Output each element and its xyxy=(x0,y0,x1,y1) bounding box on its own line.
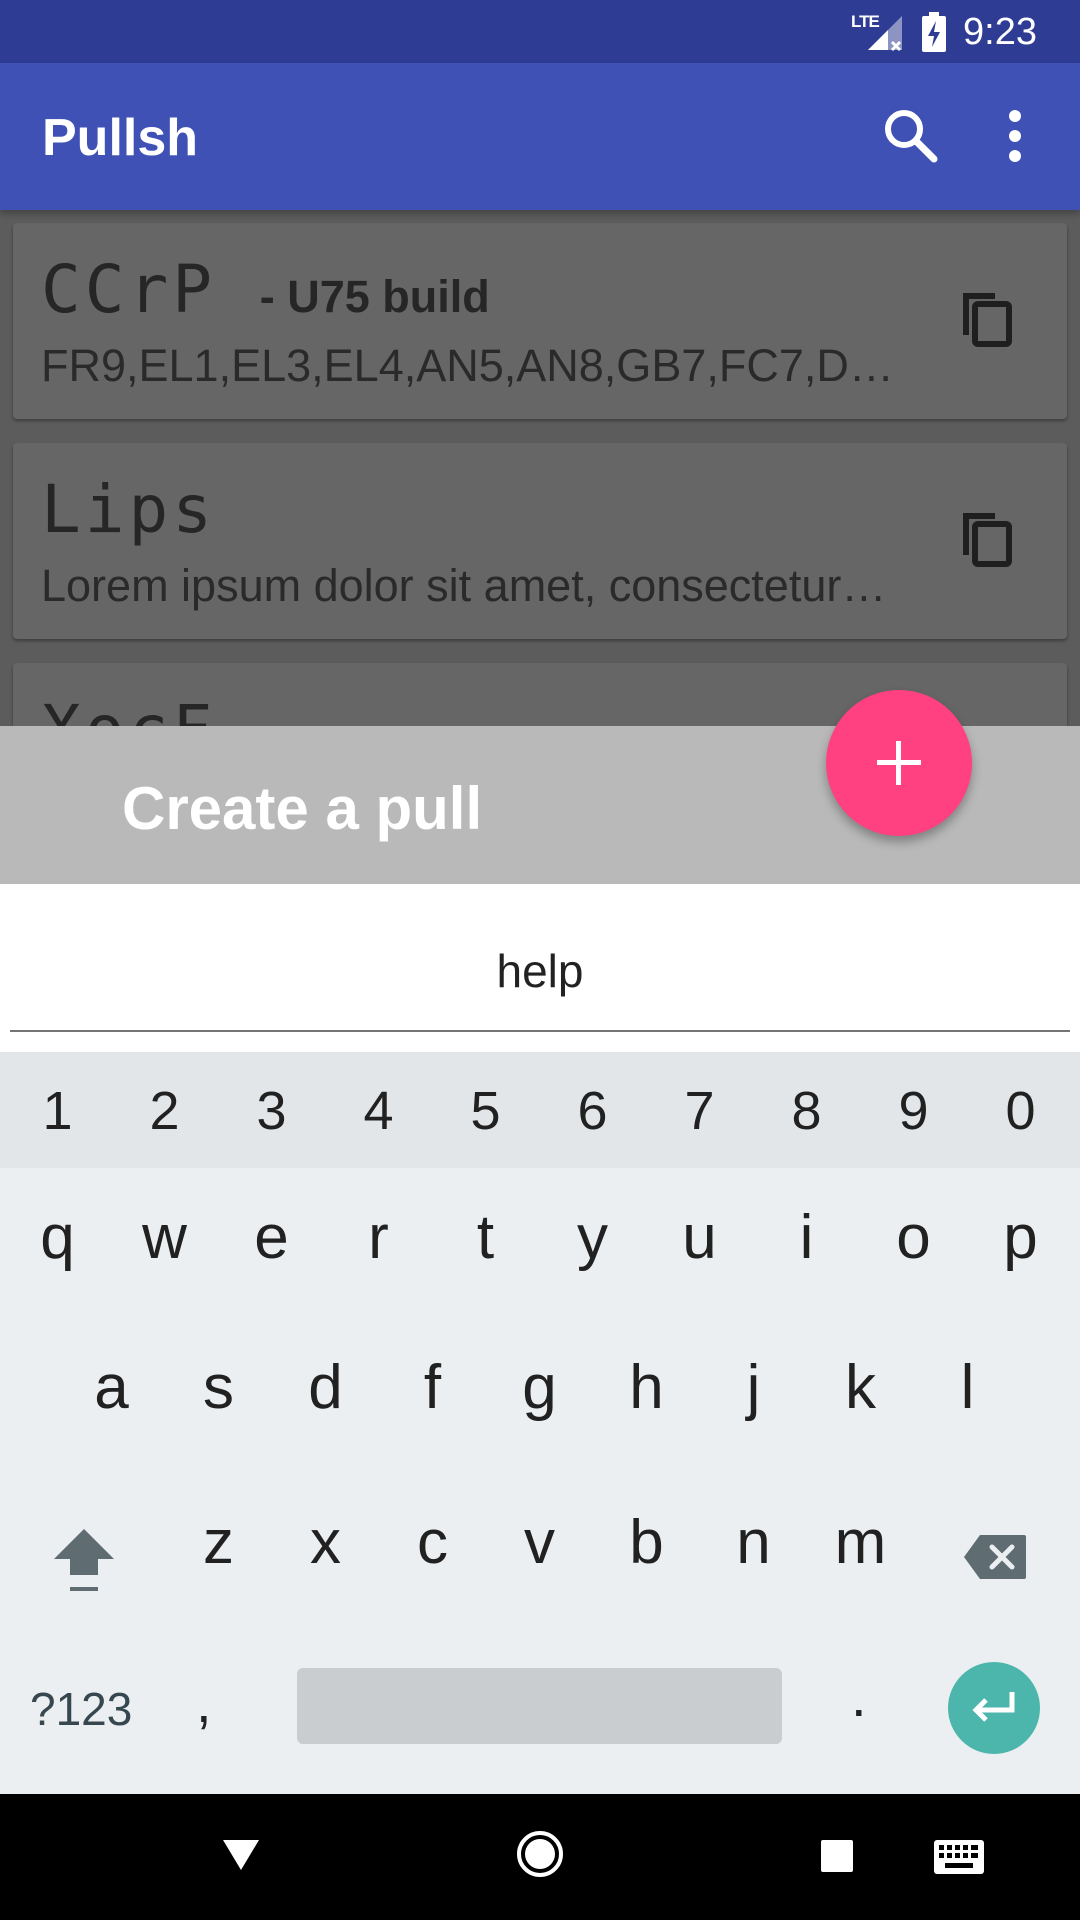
home-icon[interactable] xyxy=(515,1829,565,1884)
enter-key[interactable] xyxy=(948,1662,1040,1754)
clock: 9:23 xyxy=(963,11,1037,53)
key-p[interactable]: p xyxy=(967,1202,1074,1273)
app-bar: Pullsh xyxy=(0,63,1080,210)
card-text: FR9,EL1,EL3,EL4,AN5,AN8,GB7,FC7,DW2,… xyxy=(41,340,931,391)
symbols-key[interactable]: ?123 xyxy=(30,1682,132,1736)
key-y[interactable]: y xyxy=(539,1202,646,1273)
app-title: Pullsh xyxy=(42,109,199,167)
key-x[interactable]: x xyxy=(272,1507,379,1578)
key-j[interactable]: j xyxy=(700,1352,807,1423)
backspace-icon[interactable] xyxy=(962,1533,1028,1586)
key-s[interactable]: s xyxy=(165,1352,272,1423)
input-underline xyxy=(10,1030,1070,1032)
status-bar: LTE 9:23 xyxy=(0,0,1080,63)
key-h[interactable]: h xyxy=(593,1352,700,1423)
key-n[interactable]: n xyxy=(700,1507,807,1578)
key-e[interactable]: e xyxy=(218,1202,325,1273)
key-0[interactable]: 0 xyxy=(967,1080,1074,1142)
key-t[interactable]: t xyxy=(432,1202,539,1273)
card-subtitle: - U75 build xyxy=(259,271,490,322)
space-key[interactable] xyxy=(297,1668,782,1744)
key-a[interactable]: a xyxy=(58,1352,165,1423)
key-i[interactable]: i xyxy=(753,1202,860,1273)
key-1[interactable]: 1 xyxy=(4,1080,111,1142)
key-u[interactable]: u xyxy=(646,1202,753,1273)
key-3[interactable]: 3 xyxy=(218,1080,325,1142)
key-d[interactable]: d xyxy=(272,1352,379,1423)
card-title: XocF xyxy=(41,691,216,726)
more-vert-icon[interactable] xyxy=(1005,107,1025,170)
key-g[interactable]: g xyxy=(486,1352,593,1423)
recents-icon[interactable] xyxy=(820,1839,854,1878)
key-v[interactable]: v xyxy=(486,1507,593,1578)
pull-card[interactable]: CCrP - U75 build FR9,EL1,EL3,EL4,AN5,AN8… xyxy=(13,223,1067,419)
key-6[interactable]: 6 xyxy=(539,1080,646,1142)
pull-list: CCrP - U75 build FR9,EL1,EL3,EL4,AN5,AN8… xyxy=(0,210,1080,726)
sheet-title: Create a pull xyxy=(122,775,483,842)
key-2[interactable]: 2 xyxy=(111,1080,218,1142)
copy-icon[interactable] xyxy=(955,507,1017,574)
key-o[interactable]: o xyxy=(860,1202,967,1273)
screen: LTE 9:23 Pullsh CCrP - U75 build FR9,EL1… xyxy=(0,0,1080,1920)
comma-key[interactable]: , xyxy=(196,1670,212,1735)
battery-charging-icon xyxy=(922,12,946,57)
add-pull-button[interactable] xyxy=(826,690,972,836)
soft-keyboard: 1 2 3 4 5 6 7 8 9 0 q w e r t y u i o p … xyxy=(0,1052,1080,1794)
key-l[interactable]: l xyxy=(914,1352,1021,1423)
pull-name-field[interactable]: help xyxy=(0,884,1080,1052)
shift-icon[interactable] xyxy=(52,1525,116,1600)
signal-icon xyxy=(862,14,906,59)
pull-name-input[interactable]: help xyxy=(0,944,1080,998)
copy-icon[interactable] xyxy=(955,287,1017,354)
key-7[interactable]: 7 xyxy=(646,1080,753,1142)
key-r[interactable]: r xyxy=(325,1202,432,1273)
key-k[interactable]: k xyxy=(807,1352,914,1423)
card-text: Lorem ipsum dolor sit amet, consectetur… xyxy=(41,560,887,611)
key-b[interactable]: b xyxy=(593,1507,700,1578)
key-w[interactable]: w xyxy=(111,1202,218,1273)
key-4[interactable]: 4 xyxy=(325,1080,432,1142)
pull-card[interactable]: Lips Lorem ipsum dolor sit amet, consect… xyxy=(13,443,1067,639)
key-8[interactable]: 8 xyxy=(753,1080,860,1142)
key-5[interactable]: 5 xyxy=(432,1080,539,1142)
key-f[interactable]: f xyxy=(379,1352,486,1423)
key-z[interactable]: z xyxy=(165,1507,272,1578)
enter-icon xyxy=(972,1692,1015,1722)
card-title: Lips xyxy=(41,471,216,548)
key-9[interactable]: 9 xyxy=(860,1080,967,1142)
keyboard-icon[interactable] xyxy=(933,1839,985,1880)
navigation-bar xyxy=(0,1794,1080,1920)
back-icon[interactable] xyxy=(221,1836,261,1877)
number-row: 1 2 3 4 5 6 7 8 9 0 xyxy=(0,1052,1080,1168)
key-m[interactable]: m xyxy=(807,1507,914,1578)
key-c[interactable]: c xyxy=(379,1507,486,1578)
search-icon[interactable] xyxy=(882,107,940,170)
plus-icon xyxy=(877,741,921,785)
card-title: CCrP xyxy=(41,251,216,328)
period-key[interactable]: . xyxy=(851,1664,867,1729)
key-q[interactable]: q xyxy=(4,1202,111,1273)
